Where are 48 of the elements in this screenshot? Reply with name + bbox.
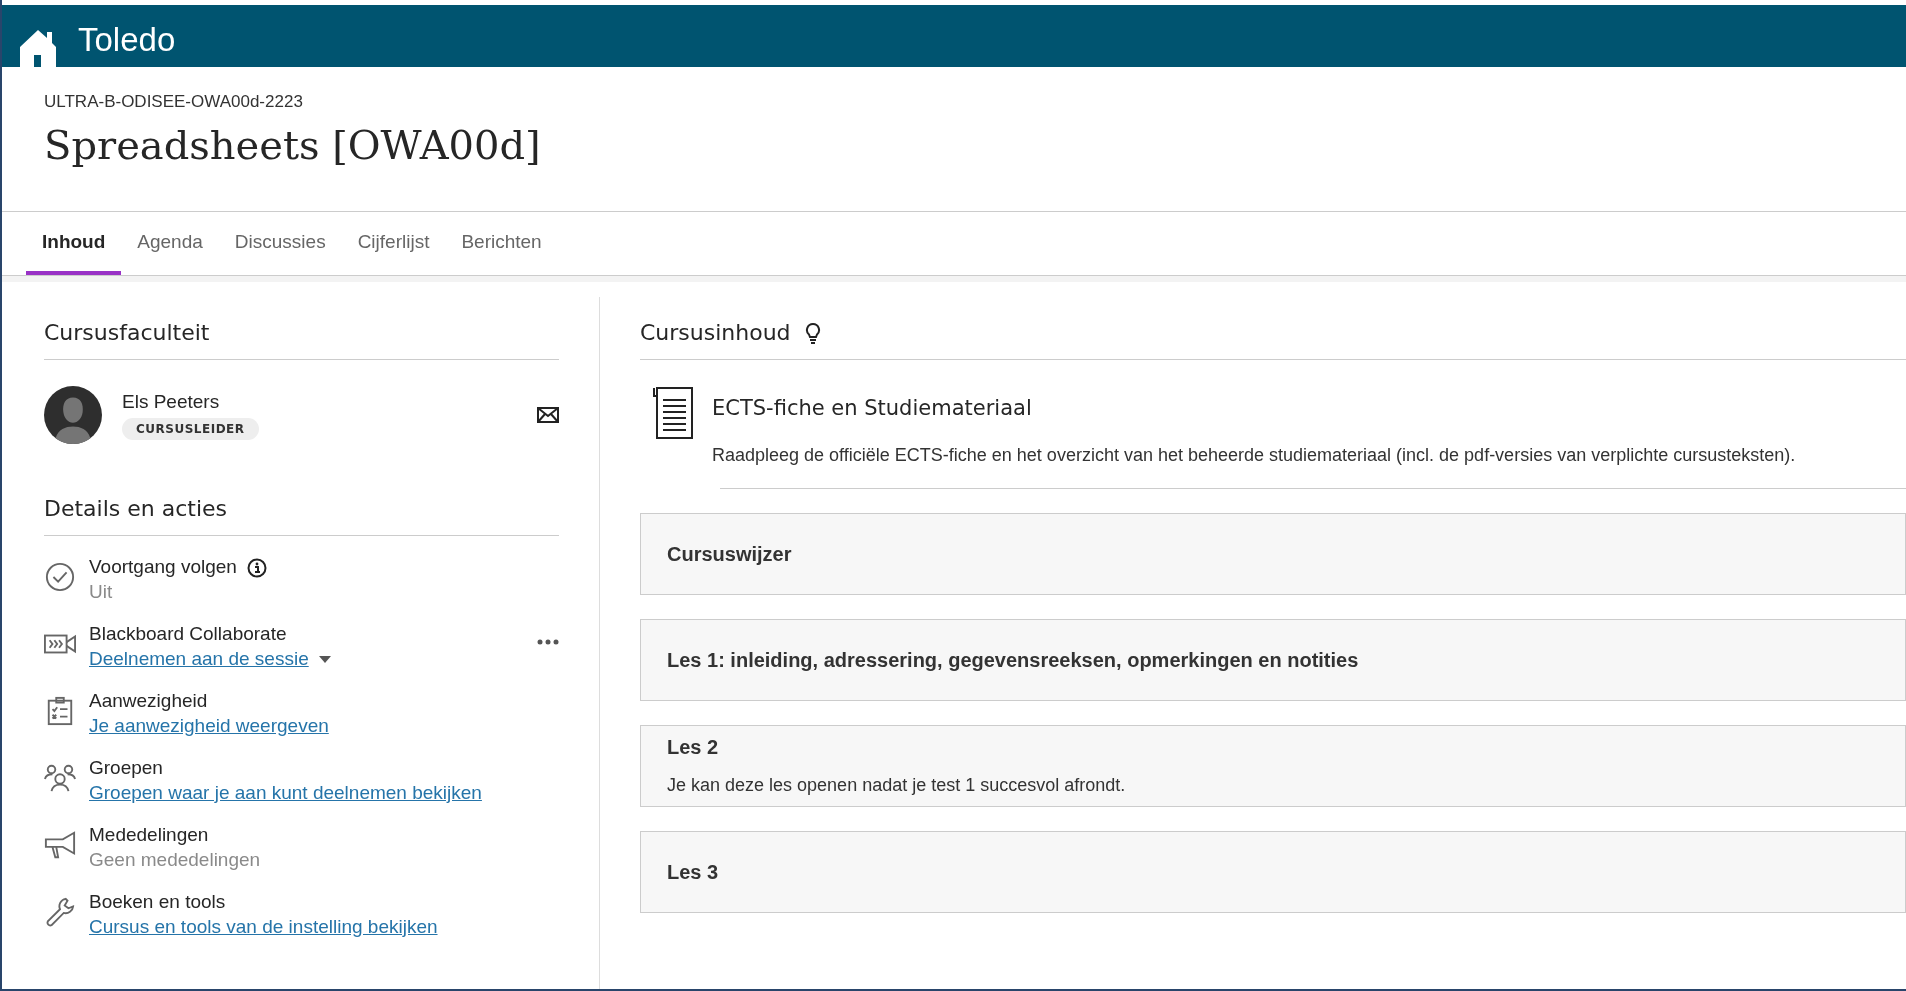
- app-title: Toledo: [78, 21, 176, 60]
- role-badge: CURSUSLEIDER: [122, 417, 259, 440]
- course-code: ULTRA-B-ODISEE-OWA00d-2223: [44, 92, 304, 112]
- tab[interactable]: Berichten: [445, 212, 558, 275]
- tab[interactable]: Inhoud: [26, 212, 122, 275]
- folder-title[interactable]: Les 3: [667, 860, 1879, 884]
- detail-status: Geen mededelingen: [89, 849, 261, 871]
- detail-title: Groepen: [89, 757, 163, 779]
- folder-card[interactable]: Les 3: [640, 831, 1906, 913]
- instructor-name[interactable]: Els Peeters: [122, 390, 220, 413]
- tab[interactable]: Agenda: [121, 212, 219, 275]
- detail-link[interactable]: Deelnemen aan de sessie: [89, 648, 309, 670]
- section-heading: Details en acties: [44, 496, 229, 521]
- info-icon[interactable]: [246, 558, 267, 578]
- folder-description: Je kan deze les openen nadat je test 1 succesvol afrondt.: [667, 775, 1127, 796]
- section-heading: Cursusinhoud: [640, 320, 791, 345]
- megaphone-icon: [44, 830, 76, 860]
- detail-title: Boeken en tools: [89, 891, 226, 913]
- detail-title: Blackboard Collaborate: [89, 623, 287, 645]
- tab[interactable]: Discussies: [218, 212, 342, 275]
- detail-link[interactable]: Je aanwezigheid weergeven: [89, 715, 329, 737]
- document-icon: [652, 386, 696, 440]
- detail-title: Voortgang volgen: [89, 556, 237, 578]
- folder-title[interactable]: Les 2: [667, 736, 1879, 759]
- caret-icon[interactable]: [318, 655, 331, 663]
- folder-title[interactable]: Les 1: inleiding, adressering, gegevensreeksen, opmerkingen en notities: [667, 648, 1879, 672]
- checkmark-circle-icon: [44, 562, 76, 592]
- more-options-icon[interactable]: [537, 639, 559, 645]
- section-heading: Cursusfaculteit: [44, 320, 211, 345]
- document-title[interactable]: ECTS-fiche en Studiemateriaal: [712, 396, 1032, 420]
- course-title: Spreadsheets [OWA00d]: [44, 122, 542, 168]
- detail-title: Aanwezigheid: [89, 690, 208, 712]
- home-icon[interactable]: [18, 27, 58, 67]
- document-description: Raadpleeg de officiële ECTS-fiche en het overzicht van het beheerde studiemateriaal (incl. de pdf-versies van verplichte cursusteksten).: [712, 445, 1796, 466]
- people-group-icon: [44, 763, 76, 793]
- detail-link[interactable]: Groepen waar je aan kunt deelnemen bekijken: [89, 782, 482, 804]
- wrench-icon: [44, 897, 76, 927]
- folder-card[interactable]: Les 1: inleiding, adressering, gegevensreeksen, opmerkingen en notities: [640, 619, 1906, 701]
- folder-card[interactable]: Cursuswijzer: [640, 513, 1906, 595]
- detail-status: Uit: [89, 581, 113, 603]
- lightbulb-icon[interactable]: [804, 321, 821, 344]
- avatar-silhouette: [44, 386, 102, 444]
- detail-link[interactable]: Cursus en tools van de instelling bekijken: [89, 916, 438, 938]
- folder-card[interactable]: Les 2 Je kan deze les openen nadat je test 1 succesvol afrondt.: [640, 725, 1906, 807]
- tab[interactable]: Cijferlijst: [341, 212, 446, 275]
- envelope-icon[interactable]: [537, 407, 559, 423]
- folder-title[interactable]: Cursuswijzer: [667, 542, 1879, 566]
- detail-title: Mededelingen: [89, 824, 209, 846]
